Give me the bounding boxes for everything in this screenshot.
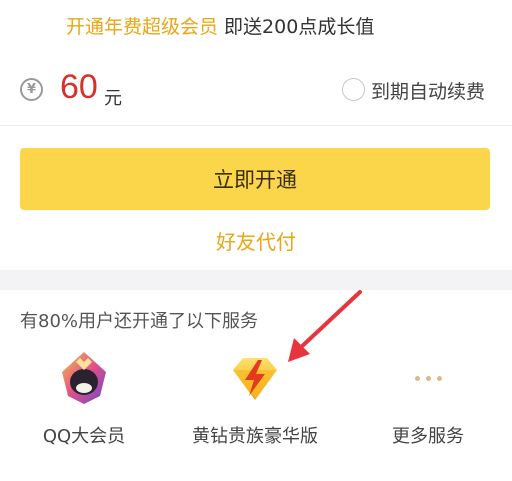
- section-gap: [0, 270, 512, 290]
- price-unit: 元: [104, 88, 122, 109]
- yuan-icon: ¥: [20, 78, 43, 101]
- more-dots-icon: [398, 348, 458, 408]
- promo-text: 开通年费超级会员 即送200点成长值: [66, 12, 374, 39]
- service-label: QQ大会员: [42, 426, 126, 447]
- price-row: ¥ 60 元 到期自动续费: [0, 60, 512, 122]
- service-qq-big-member[interactable]: QQ大会员: [9, 348, 159, 448]
- services-title: 有80%用户还开通了以下服务: [20, 311, 259, 332]
- service-label: 黄钻贵族豪华版: [192, 426, 318, 447]
- price-amount: 60: [60, 68, 98, 106]
- auto-renew-radio[interactable]: [342, 78, 365, 101]
- service-more[interactable]: 更多服务: [353, 348, 503, 448]
- yellow-diamond-icon: [233, 358, 277, 400]
- promo-rest: 即送200点成长值: [218, 16, 375, 38]
- service-label: 更多服务: [392, 426, 464, 447]
- divider: [0, 125, 512, 126]
- promo-highlight: 开通年费超级会员: [66, 16, 219, 38]
- open-now-button[interactable]: 立即开通: [20, 148, 490, 210]
- auto-renew-label[interactable]: 到期自动续费: [371, 77, 485, 104]
- annotation-arrow-icon: [288, 290, 362, 362]
- friend-pay-link[interactable]: 好友代付: [0, 226, 512, 255]
- qq-big-member-icon: [62, 352, 106, 404]
